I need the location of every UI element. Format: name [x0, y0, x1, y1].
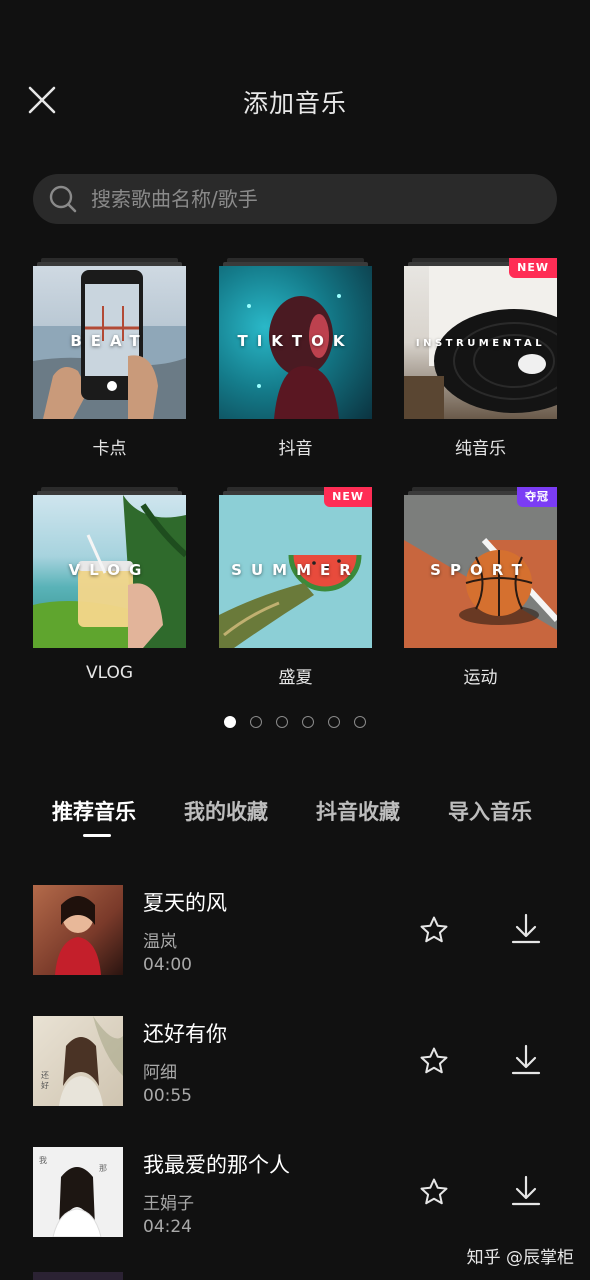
- category-card-vlog[interactable]: VLOG VLOG: [33, 487, 186, 687]
- search-input[interactable]: [91, 187, 511, 211]
- category-cover: BEAT: [33, 266, 186, 419]
- song-artist: 王娟子: [143, 1194, 194, 1214]
- category-cover: SUMMER: [219, 495, 372, 648]
- svg-text:那: 那: [99, 1164, 107, 1173]
- svg-text:还: 还: [41, 1070, 49, 1080]
- category-label: 抖音: [278, 439, 313, 459]
- download-button[interactable]: [511, 913, 541, 945]
- album-art-illustration: [55, 896, 101, 975]
- category-card-summer[interactable]: SUMMER NEW 盛夏: [219, 487, 372, 688]
- star-icon: [420, 1178, 448, 1205]
- song-artist: 阿细: [143, 1063, 177, 1083]
- cover-word: INSTRUMENTAL: [415, 338, 546, 349]
- song-item[interactable]: 还 好 还好有你 阿细 00:55: [33, 1016, 557, 1108]
- song-item-partial[interactable]: [33, 1272, 123, 1280]
- svg-text:好: 好: [41, 1080, 49, 1090]
- active-tab-indicator: [83, 834, 111, 837]
- star-icon: [420, 1047, 448, 1074]
- star-icon: [420, 916, 448, 943]
- header: 添加音乐: [0, 0, 590, 200]
- cover-word: SUMMER: [231, 561, 360, 579]
- watermark: 知乎 @辰掌柜: [466, 1248, 574, 1268]
- page-dot-6[interactable]: [354, 716, 366, 728]
- song-item[interactable]: 我 那 我最爱的那个人 王娟子 04:24: [33, 1147, 557, 1239]
- album-art-illustration: 我 那: [39, 1155, 107, 1237]
- new-badge: NEW: [324, 487, 372, 507]
- download-icon: [511, 1175, 541, 1206]
- page-indicator: [0, 716, 590, 728]
- category-label: 盛夏: [278, 668, 313, 688]
- song-artist: 温岚: [143, 932, 177, 952]
- song-cover: 我 那: [33, 1147, 123, 1237]
- new-badge: NEW: [509, 258, 557, 278]
- search-icon: [49, 185, 77, 213]
- category-label: VLOG: [85, 663, 134, 683]
- page-dot-4[interactable]: [302, 716, 314, 728]
- tab-import-music[interactable]: 导入音乐: [448, 796, 532, 826]
- cover-word: BEAT: [70, 332, 149, 350]
- song-duration: 04:00: [143, 955, 192, 975]
- category-cover: SPORT: [404, 495, 557, 648]
- cover-word: SPORT: [430, 561, 531, 579]
- favorite-button[interactable]: [419, 1046, 449, 1076]
- svg-text:我: 我: [39, 1155, 47, 1165]
- category-label: 纯音乐: [455, 439, 506, 459]
- category-card-beat[interactable]: BEAT 卡点: [33, 258, 186, 459]
- favorite-button[interactable]: [419, 1177, 449, 1207]
- category-card-instrumental[interactable]: INSTRUMENTAL NEW 纯音乐: [404, 258, 557, 459]
- song-duration: 04:24: [143, 1217, 192, 1237]
- page-title: 添加音乐: [242, 89, 347, 118]
- category-cover: INSTRUMENTAL: [404, 266, 557, 419]
- song-item[interactable]: 夏天的风 温岚 04:00: [33, 885, 557, 977]
- download-button[interactable]: [511, 1044, 541, 1076]
- song-duration: 00:55: [143, 1086, 192, 1106]
- song-title: 夏天的风: [143, 891, 227, 915]
- champion-badge: 夺冠: [517, 487, 557, 507]
- tab-my-favorites[interactable]: 我的收藏: [184, 796, 268, 826]
- page-dot-2[interactable]: [250, 716, 262, 728]
- song-title: 我最爱的那个人: [143, 1153, 290, 1177]
- page-dot-3[interactable]: [276, 716, 288, 728]
- category-cover: VLOG: [33, 495, 186, 648]
- search-bar[interactable]: [33, 174, 557, 224]
- song-cover: [33, 885, 123, 975]
- category-card-sport[interactable]: SPORT 夺冠 运动: [404, 487, 557, 688]
- song-cover: 还 好: [33, 1016, 123, 1106]
- category-cover: TIKTOK: [219, 266, 372, 419]
- cover-word: VLOG: [68, 561, 151, 579]
- download-icon: [511, 913, 541, 944]
- category-card-tiktok[interactable]: TIKTOK 抖音: [219, 258, 372, 459]
- song-title: 还好有你: [143, 1022, 227, 1046]
- album-art-illustration: 还 好: [41, 1016, 123, 1106]
- music-tabs: 推荐音乐 我的收藏 抖音收藏 导入音乐: [0, 796, 590, 846]
- cover-word: TIKTOK: [237, 332, 354, 350]
- favorite-button[interactable]: [419, 915, 449, 945]
- page-dot-1[interactable]: [224, 716, 236, 728]
- category-label: 运动: [463, 668, 498, 688]
- tab-douyin-favorites[interactable]: 抖音收藏: [316, 796, 400, 826]
- category-label: 卡点: [92, 439, 127, 459]
- tab-recommended[interactable]: 推荐音乐: [52, 796, 136, 826]
- download-button[interactable]: [511, 1175, 541, 1207]
- page-dot-5[interactable]: [328, 716, 340, 728]
- download-icon: [511, 1044, 541, 1075]
